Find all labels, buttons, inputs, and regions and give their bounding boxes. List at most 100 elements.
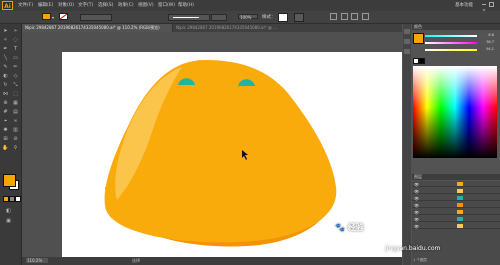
- rectangle-tool-icon[interactable]: ▭: [12, 55, 19, 61]
- maximize-icon[interactable]: [488, 2, 494, 7]
- app-logo: Ai: [2, 1, 13, 10]
- layer-thumbnail: [457, 217, 463, 221]
- right-panels: 颜色 6.6 36.7 94.1 图层 👁 👁 👁 👁 👁 👁 👁 1 个图层: [403, 24, 500, 265]
- color-spectrum[interactable]: [413, 66, 497, 158]
- fill-swatch[interactable]: [42, 13, 51, 20]
- direct-selection-tool-icon[interactable]: ➢: [12, 28, 19, 34]
- chevron-down-icon[interactable]: ▾: [52, 15, 54, 20]
- eraser-tool-icon[interactable]: ◇: [12, 73, 19, 79]
- gradient-tool-icon[interactable]: ▤: [12, 109, 19, 115]
- eye-icon[interactable]: 👁: [414, 217, 419, 222]
- align-icons[interactable]: [330, 13, 390, 20]
- layer-row[interactable]: 👁: [412, 181, 500, 187]
- lasso-tool-icon[interactable]: ◌: [12, 37, 19, 43]
- eye-icon[interactable]: 👁: [414, 196, 419, 201]
- mesh-tool-icon[interactable]: #: [2, 109, 9, 115]
- layer-row[interactable]: 👁: [412, 188, 500, 194]
- eye-icon[interactable]: 👁: [414, 224, 419, 229]
- blob-brush-tool-icon[interactable]: ◐: [2, 73, 9, 79]
- yellow-slider[interactable]: [425, 49, 477, 51]
- workspace-switcher[interactable]: 基本功能: [455, 2, 473, 8]
- color-panel-fill-swatch[interactable]: [413, 33, 424, 44]
- free-transform-tool-icon[interactable]: ⬚: [12, 91, 19, 97]
- yellow-value[interactable]: 94.1: [481, 47, 495, 52]
- drawing-mode-icon[interactable]: ◧: [5, 208, 12, 214]
- line-tool-icon[interactable]: ╲: [2, 55, 9, 61]
- menu-view[interactable]: 视图(V): [138, 2, 154, 8]
- layer-thumbnail: [457, 224, 463, 228]
- layers-panel-header[interactable]: 图层: [412, 174, 500, 180]
- screen-mode-icon[interactable]: ▣: [5, 218, 12, 224]
- eye-icon[interactable]: 👁: [414, 203, 419, 208]
- magic-wand-tool-icon[interactable]: ✧: [2, 37, 9, 43]
- pencil-tool-icon[interactable]: ✏: [12, 64, 19, 70]
- brush-definition-field[interactable]: [168, 14, 210, 21]
- symbol-sprayer-tool-icon[interactable]: ✺: [2, 127, 9, 133]
- eye-icon[interactable]: 👁: [414, 210, 419, 215]
- menu-window[interactable]: 窗口(W): [158, 2, 175, 8]
- eyedropper-tool-icon[interactable]: ⌖: [2, 118, 9, 124]
- layer-row[interactable]: 👁: [412, 216, 500, 222]
- scale-tool-icon[interactable]: ⤡: [12, 82, 19, 88]
- selection-tool-icon[interactable]: ➤: [2, 28, 9, 34]
- eye-icon[interactable]: 👁: [414, 189, 419, 194]
- window-controls[interactable]: ✕: [482, 2, 497, 14]
- menu-effect[interactable]: 效果(C): [118, 2, 134, 8]
- stroke-weight-field[interactable]: [80, 14, 112, 21]
- rotate-tool-icon[interactable]: ↻: [2, 82, 9, 88]
- tab-inactive-document[interactable]: Nipic 29842867 20190826174335045080.ai* …: [173, 24, 402, 32]
- none-mode-icon[interactable]: [15, 196, 21, 202]
- fill-color-box[interactable]: [3, 174, 16, 187]
- perspective-grid-tool-icon[interactable]: ▦: [12, 100, 19, 106]
- menu-object[interactable]: 对象(O): [58, 2, 74, 8]
- stroke-profile-field[interactable]: [211, 14, 227, 21]
- opacity-field[interactable]: 100%: [238, 14, 258, 20]
- layer-row[interactable]: 👁: [412, 209, 500, 215]
- watermark-text: 经验: [347, 223, 364, 232]
- color-panel-header[interactable]: 颜色: [412, 24, 500, 30]
- menu-type[interactable]: 文字(T): [78, 2, 93, 8]
- panel-icon[interactable]: [404, 39, 410, 44]
- layer-thumbnail: [457, 182, 463, 186]
- cyan-slider[interactable]: [425, 35, 477, 37]
- recolor-artwork-icon[interactable]: [294, 13, 304, 22]
- menu-file[interactable]: 文件(F): [18, 2, 33, 8]
- artboard-tool-icon[interactable]: ⊞: [2, 136, 9, 142]
- menu-edit[interactable]: 编辑(E): [38, 2, 53, 8]
- cyan-value[interactable]: 6.6: [481, 33, 495, 38]
- stroke-swatch[interactable]: [59, 13, 68, 20]
- slice-tool-icon[interactable]: ⊘: [12, 136, 19, 142]
- no-stroke-icon: [60, 14, 67, 19]
- graphic-style-swatch[interactable]: [278, 13, 288, 22]
- magenta-slider[interactable]: [425, 42, 477, 44]
- layers-list: 👁 👁 👁 👁 👁 👁 👁: [412, 181, 500, 265]
- menu-select[interactable]: 选择(S): [98, 2, 113, 8]
- tab-active-document[interactable]: Nipic 29842867 20190826174335045080.ai* …: [22, 24, 172, 32]
- layer-row[interactable]: 👁: [412, 223, 500, 229]
- panel-icon[interactable]: [404, 49, 410, 54]
- layer-thumbnail: [457, 210, 463, 214]
- watermark-brand: 🐾 经验: [335, 222, 364, 233]
- blend-tool-icon[interactable]: ∞: [12, 118, 19, 124]
- layer-thumbnail: [457, 196, 463, 200]
- hand-tool-icon[interactable]: ✋: [2, 145, 9, 151]
- layer-row[interactable]: 👁: [412, 195, 500, 201]
- paintbrush-tool-icon[interactable]: ✎: [2, 64, 9, 70]
- stroke-line-preview: [173, 17, 199, 18]
- layer-row[interactable]: 👁: [412, 202, 500, 208]
- magenta-value[interactable]: 36.7: [481, 40, 495, 45]
- shape-builder-tool-icon[interactable]: ⊕: [2, 100, 9, 106]
- current-tool-label: 选择: [132, 258, 140, 263]
- zoom-tool-icon[interactable]: ⚲: [12, 145, 19, 151]
- black-swatch[interactable]: [419, 58, 425, 64]
- width-tool-icon[interactable]: ⋈: [2, 91, 9, 97]
- pen-tool-icon[interactable]: ✒: [2, 46, 9, 52]
- minimize-icon[interactable]: [482, 4, 486, 5]
- column-graph-tool-icon[interactable]: ▥: [12, 127, 19, 133]
- panel-collapse-icon[interactable]: [404, 29, 410, 34]
- type-tool-icon[interactable]: T: [12, 46, 19, 52]
- watermark-site: jingyan.baidu.com: [385, 245, 441, 252]
- eye-icon[interactable]: 👁: [414, 182, 419, 187]
- zoom-field[interactable]: 110.2%: [26, 258, 48, 263]
- menu-help[interactable]: 帮助(H): [178, 2, 194, 8]
